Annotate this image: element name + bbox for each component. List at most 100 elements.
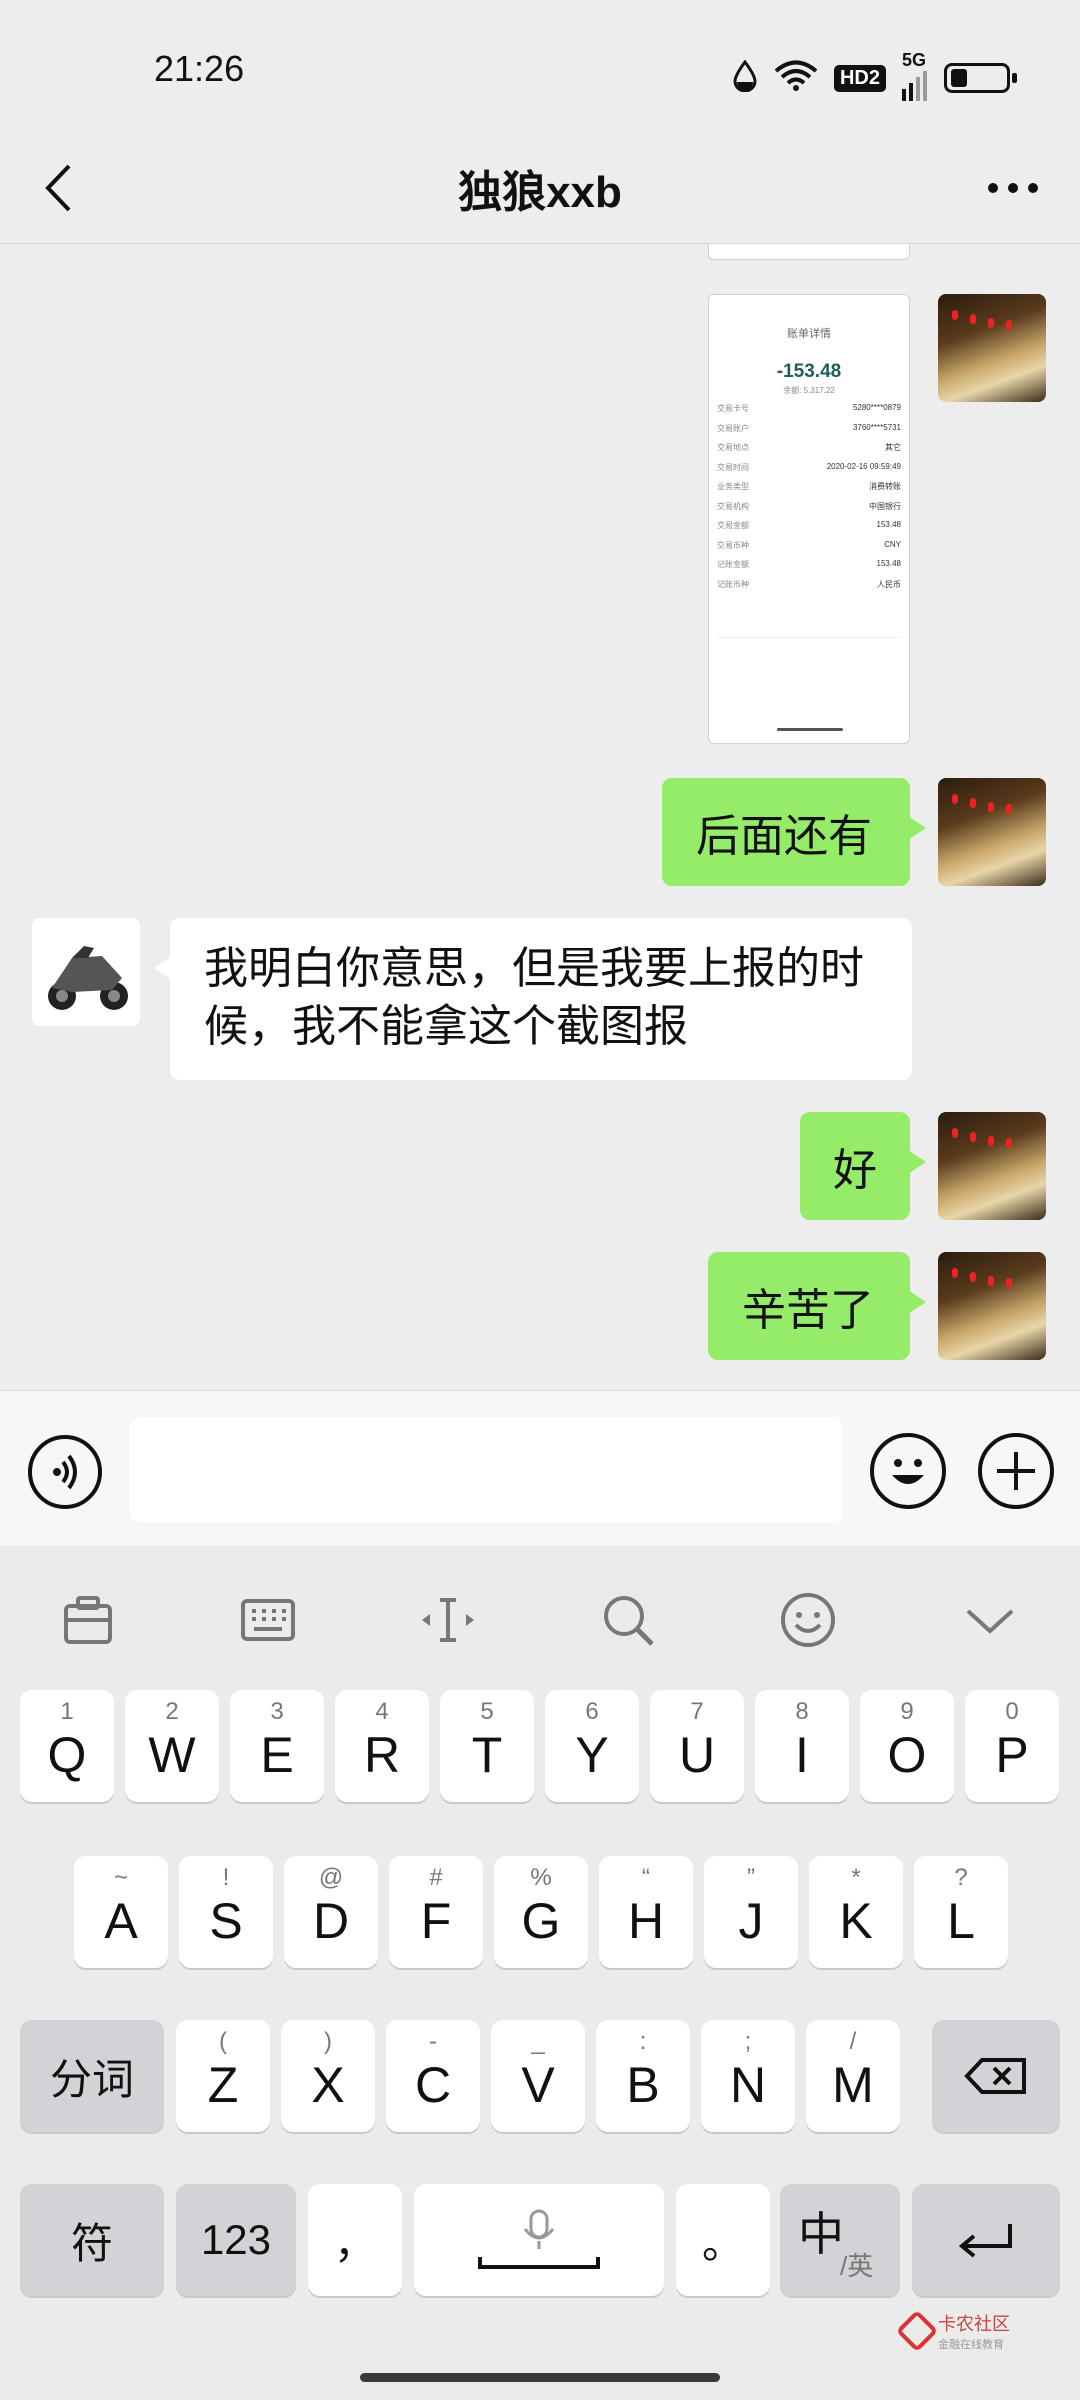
key-hint: %	[530, 1864, 552, 1891]
row-label: 交易机构	[717, 501, 749, 511]
status-time: 21:26	[154, 48, 245, 89]
key-k[interactable]: * K	[809, 1856, 903, 1968]
comma-key[interactable]: ，	[308, 2184, 402, 2296]
search-icon[interactable]	[592, 1584, 664, 1656]
key-o[interactable]: 9O	[860, 1690, 954, 1802]
key-label: M	[832, 2057, 874, 2113]
message-input[interactable]	[130, 1417, 842, 1523]
message-input-bar	[0, 1390, 1080, 1546]
key-x[interactable]: ) X	[281, 2020, 375, 2132]
number-key[interactable]: 123	[176, 2184, 296, 2296]
key-hint: :	[639, 2028, 647, 2055]
key-e[interactable]: 3E	[230, 1690, 324, 1802]
image-message[interactable]: 账单详情 -153.48 余额: 5,317.22 交易卡号 5280****08…	[708, 294, 910, 744]
key-hint: !	[222, 1864, 230, 1891]
key-i[interactable]: 8I	[755, 1690, 849, 1802]
message-bubble-me[interactable]: 辛苦了	[708, 1252, 926, 1360]
keyboard-icon[interactable]	[232, 1584, 304, 1656]
collapse-icon[interactable]	[954, 1584, 1026, 1656]
key-g[interactable]: % G	[494, 1856, 588, 1968]
image-detail-rows: 交易卡号 5280****0879 交易账户 3760****5731 交易地点 其它 交易…	[717, 403, 901, 598]
emoji-icon[interactable]	[772, 1584, 844, 1656]
key-hint: ~	[113, 1864, 128, 1891]
plus-icon[interactable]	[978, 1433, 1054, 1509]
key-a[interactable]: ~ A	[74, 1856, 168, 1968]
contact-avatar[interactable]	[32, 918, 140, 1026]
segment-key[interactable]: 分词	[20, 2020, 164, 2132]
key-w[interactable]: 2W	[125, 1690, 219, 1802]
key-label: B	[626, 2057, 660, 2113]
key-l[interactable]: ? L	[914, 1856, 1008, 1968]
key-h[interactable]: “H	[599, 1856, 693, 1968]
home-indicator[interactable]	[360, 2373, 720, 2382]
cursor-icon[interactable]	[412, 1584, 484, 1656]
key-d[interactable]: @ D	[284, 1856, 378, 1968]
message-bubble-contact[interactable]: 我明白你意思，但是我要上报的时 候，我不能拿这个截图报	[154, 918, 912, 1080]
more-dots-icon[interactable]	[978, 158, 1048, 218]
key-r[interactable]: 4R	[335, 1690, 429, 1802]
key-n[interactable]: ; N	[701, 2020, 795, 2132]
key-q[interactable]: 1Q	[20, 1690, 114, 1802]
key-hint: 9	[900, 1698, 914, 1725]
image-detail-row: 交易卡号 5280****0879	[717, 403, 901, 423]
emoji-icon[interactable]	[870, 1433, 946, 1509]
my-avatar[interactable]	[938, 778, 1046, 886]
image-detail-row: 交易币种 CNY	[717, 540, 901, 560]
key-hint: ”	[747, 1864, 755, 1891]
mic-icon	[478, 2209, 600, 2269]
key-label: X	[311, 2057, 345, 2113]
key-m[interactable]: / M	[806, 2020, 900, 2132]
key-j[interactable]: ” J	[704, 1856, 798, 1968]
key-label: W	[148, 1727, 196, 1783]
key-hint: -	[429, 2028, 437, 2055]
message-list[interactable]: 账单详情 -153.48 余额: 5,317.22 交易卡号 5280****08…	[0, 244, 1080, 1390]
clipboard-icon[interactable]	[52, 1584, 124, 1656]
image-detail-row: 交易金额 153.48	[717, 520, 901, 540]
key-hint: “	[642, 1864, 650, 1891]
key-z[interactable]: (Z	[176, 2020, 270, 2132]
key-f[interactable]: # F	[389, 1856, 483, 1968]
message-bubble-me[interactable]: 好	[800, 1112, 926, 1220]
row-label: 交易金额	[717, 521, 749, 530]
row-value: 消费转账	[869, 482, 901, 491]
message-bubble-me[interactable]: 后面还有	[662, 778, 926, 886]
backspace-icon	[964, 2058, 1026, 2094]
key-label: 符	[70, 2219, 113, 2267]
image-detail-row: 记账币种 人民币	[717, 579, 901, 599]
enter-key[interactable]	[912, 2184, 1060, 2296]
backspace-key[interactable]	[932, 2020, 1060, 2132]
key-label: K	[839, 1893, 873, 1949]
watermark-subtitle: 金融在线教育	[938, 2338, 1004, 2351]
chat-title: 独狼xxb	[458, 168, 622, 217]
language-key[interactable]: 中 /英	[780, 2184, 900, 2296]
key-label: E	[260, 1727, 294, 1783]
message-text: 辛苦了	[742, 1285, 874, 1336]
keyboard-toolbar	[0, 1546, 1080, 1686]
key-s[interactable]: ! S	[179, 1856, 273, 1968]
my-avatar[interactable]	[938, 1112, 1046, 1220]
status-bar: 21:26 HD2 5G	[0, 0, 1080, 140]
previous-image-message[interactable]	[708, 244, 910, 260]
image-detail-row: 交易地点 其它	[717, 442, 901, 462]
key-p[interactable]: 0P	[965, 1690, 1059, 1802]
symbol-key[interactable]: 符	[20, 2184, 164, 2296]
key-label: L	[947, 1893, 975, 1949]
watermark-title: 卡农社区	[938, 2314, 1010, 2335]
my-avatar[interactable]	[938, 1252, 1046, 1360]
wifi-icon	[774, 60, 818, 96]
key-label: Y	[575, 1727, 609, 1783]
image-subamount: 余额: 5,317.22	[783, 386, 835, 395]
key-y[interactable]: 6Y	[545, 1690, 639, 1802]
key-t[interactable]: 5T	[440, 1690, 534, 1802]
key-label: G	[521, 1893, 561, 1949]
space-key[interactable]	[414, 2184, 664, 2296]
my-avatar[interactable]	[938, 294, 1046, 402]
voice-icon[interactable]	[28, 1435, 102, 1509]
row-value: 人民币	[877, 579, 901, 589]
period-key[interactable]: 。	[676, 2184, 770, 2296]
key-b[interactable]: :B	[596, 2020, 690, 2132]
key-v[interactable]: _ V	[491, 2020, 585, 2132]
key-hint: 6	[585, 1698, 599, 1725]
key-c[interactable]: -C	[386, 2020, 480, 2132]
key-u[interactable]: 7U	[650, 1690, 744, 1802]
